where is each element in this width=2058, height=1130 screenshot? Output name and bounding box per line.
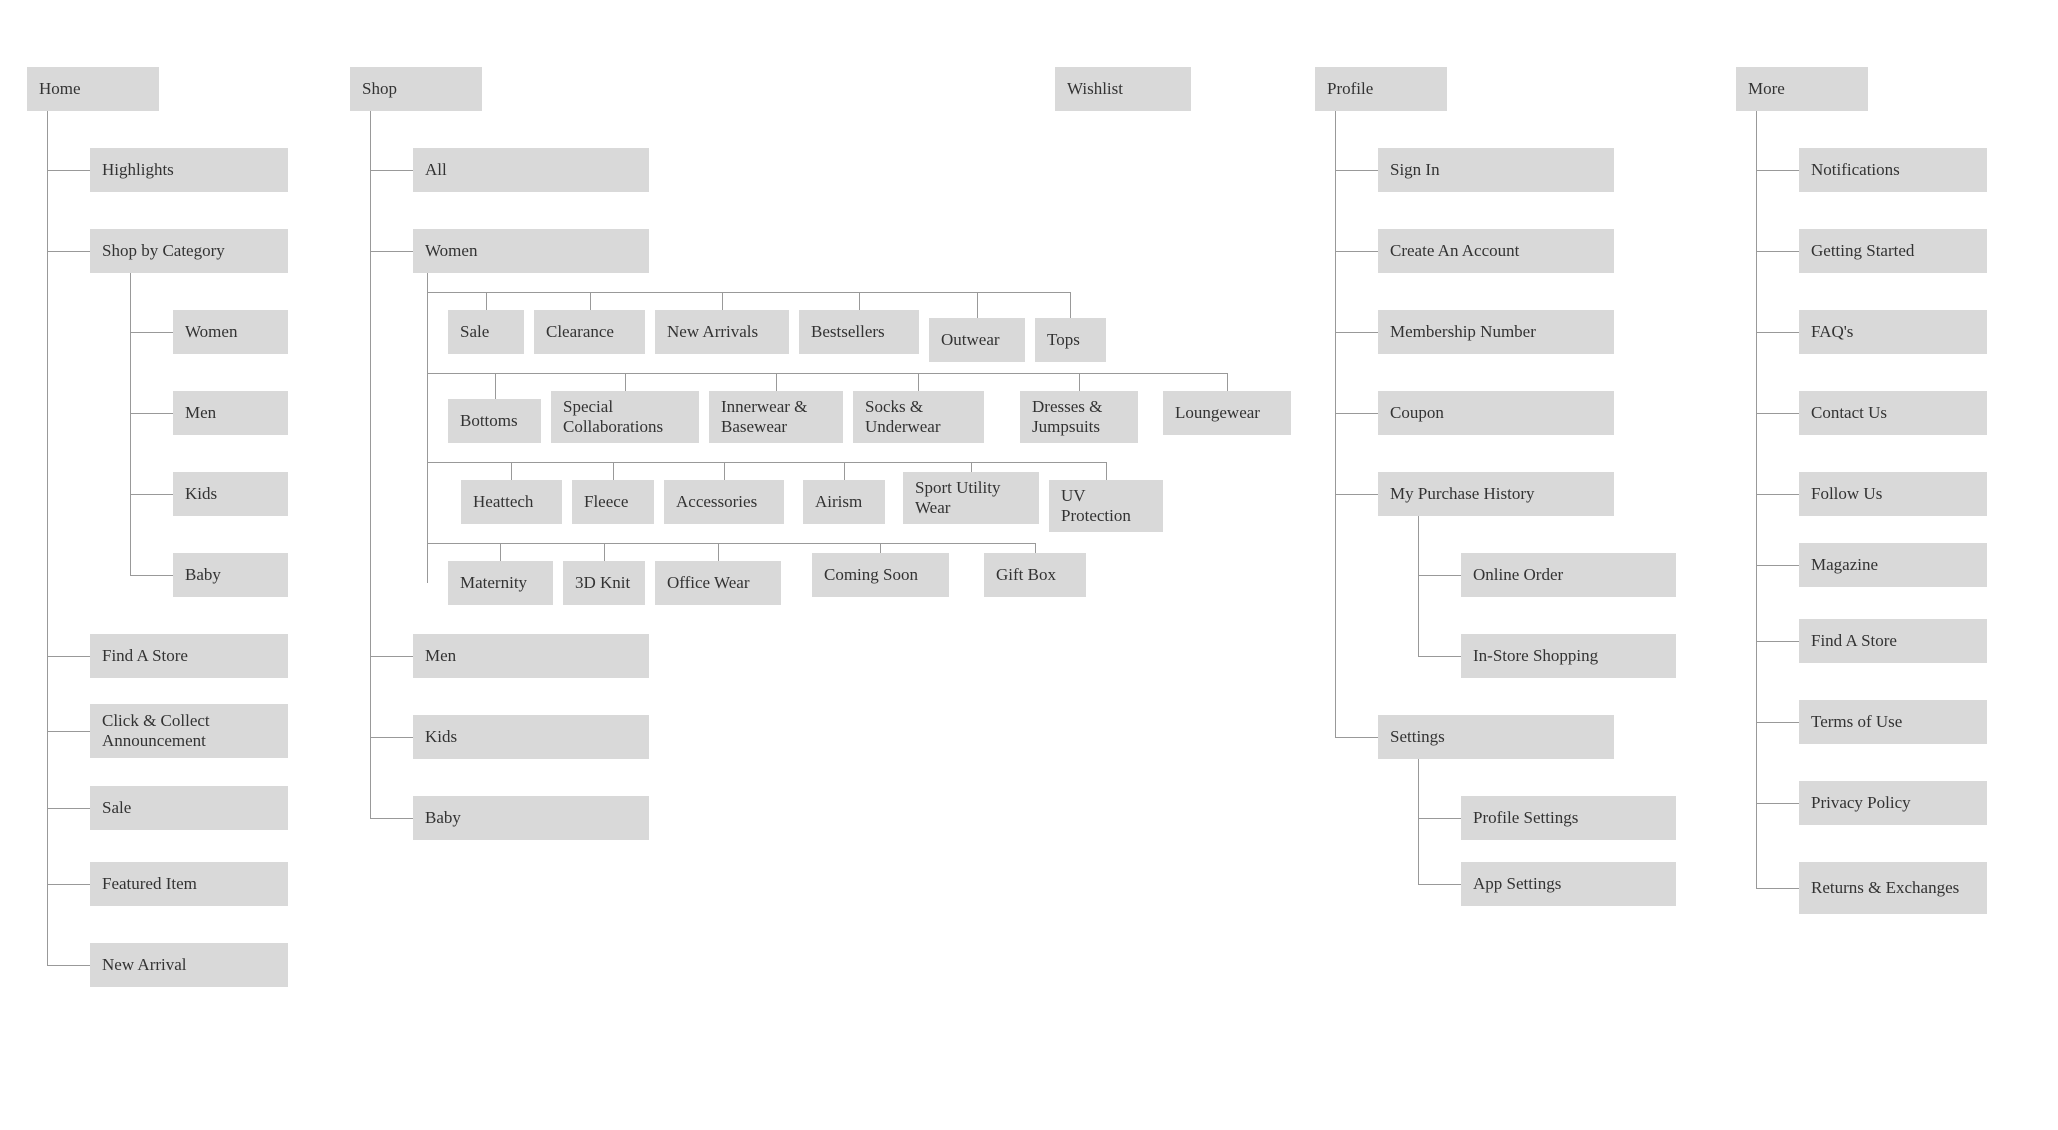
women-uv[interactable]: UV Protection (1049, 480, 1163, 532)
women-3dknit[interactable]: 3D Knit (563, 561, 645, 605)
more-follow[interactable]: Follow Us (1799, 472, 1987, 516)
home-sale[interactable]: Sale (90, 786, 288, 830)
profile-create[interactable]: Create An Account (1378, 229, 1614, 273)
home-cat-men[interactable]: Men (173, 391, 288, 435)
shop-men[interactable]: Men (413, 634, 649, 678)
women-maternity[interactable]: Maternity (448, 561, 553, 605)
more-magazine[interactable]: Magazine (1799, 543, 1987, 587)
more-notifications[interactable]: Notifications (1799, 148, 1987, 192)
profile-membership[interactable]: Membership Number (1378, 310, 1614, 354)
more-getting-started[interactable]: Getting Started (1799, 229, 1987, 273)
home-cat-baby[interactable]: Baby (173, 553, 288, 597)
home-click-collect[interactable]: Click & Collect Announcement (90, 704, 288, 758)
shop-kids[interactable]: Kids (413, 715, 649, 759)
profile-root[interactable]: Profile (1315, 67, 1447, 111)
women-sport[interactable]: Sport Utility Wear (903, 472, 1039, 524)
women-loungewear[interactable]: Loungewear (1163, 391, 1291, 435)
women-bestsellers[interactable]: Bestsellers (799, 310, 919, 354)
profile-prof-set[interactable]: Profile Settings (1461, 796, 1676, 840)
more-privacy[interactable]: Privacy Policy (1799, 781, 1987, 825)
more-find-store[interactable]: Find A Store (1799, 619, 1987, 663)
women-giftbox[interactable]: Gift Box (984, 553, 1086, 597)
women-accessories[interactable]: Accessories (664, 480, 784, 524)
home-highlights[interactable]: Highlights (90, 148, 288, 192)
home-new-arrival[interactable]: New Arrival (90, 943, 288, 987)
more-faqs[interactable]: FAQ's (1799, 310, 1987, 354)
profile-coupon[interactable]: Coupon (1378, 391, 1614, 435)
profile-online[interactable]: Online Order (1461, 553, 1676, 597)
shop-root[interactable]: Shop (350, 67, 482, 111)
shop-baby[interactable]: Baby (413, 796, 649, 840)
more-root[interactable]: More (1736, 67, 1868, 111)
shop-women[interactable]: Women (413, 229, 649, 273)
shop-all[interactable]: All (413, 148, 649, 192)
home-cat-kids[interactable]: Kids (173, 472, 288, 516)
women-innerwear[interactable]: Innerwear & Basewear (709, 391, 843, 443)
women-socks[interactable]: Socks & Underwear (853, 391, 984, 443)
more-contact[interactable]: Contact Us (1799, 391, 1987, 435)
women-special[interactable]: Special Collaborations (551, 391, 699, 443)
more-terms[interactable]: Terms of Use (1799, 700, 1987, 744)
women-new-arrivals[interactable]: New Arrivals (655, 310, 789, 354)
profile-sign-in[interactable]: Sign In (1378, 148, 1614, 192)
more-returns[interactable]: Returns & Exchanges (1799, 862, 1987, 914)
wishlist-root[interactable]: Wishlist (1055, 67, 1191, 111)
home-featured-item[interactable]: Featured Item (90, 862, 288, 906)
home-root[interactable]: Home (27, 67, 159, 111)
women-coming[interactable]: Coming Soon (812, 553, 949, 597)
women-bottoms[interactable]: Bottoms (448, 399, 541, 443)
women-tops[interactable]: Tops (1035, 318, 1106, 362)
women-fleece[interactable]: Fleece (572, 480, 654, 524)
women-outwear[interactable]: Outwear (929, 318, 1025, 362)
women-sale[interactable]: Sale (448, 310, 524, 354)
women-airism[interactable]: Airism (803, 480, 885, 524)
profile-purchase[interactable]: My Purchase History (1378, 472, 1614, 516)
women-clearance[interactable]: Clearance (534, 310, 645, 354)
women-office[interactable]: Office Wear (655, 561, 781, 605)
home-find-a-store[interactable]: Find A Store (90, 634, 288, 678)
profile-app-set[interactable]: App Settings (1461, 862, 1676, 906)
women-heattech[interactable]: Heattech (461, 480, 562, 524)
home-shop-by-category[interactable]: Shop by Category (90, 229, 288, 273)
profile-instore[interactable]: In-Store Shopping (1461, 634, 1676, 678)
profile-settings[interactable]: Settings (1378, 715, 1614, 759)
home-cat-women[interactable]: Women (173, 310, 288, 354)
women-dresses[interactable]: Dresses & Jumpsuits (1020, 391, 1138, 443)
sitemap-canvas: Home Highlights Shop by Category Women M… (0, 0, 2058, 1130)
